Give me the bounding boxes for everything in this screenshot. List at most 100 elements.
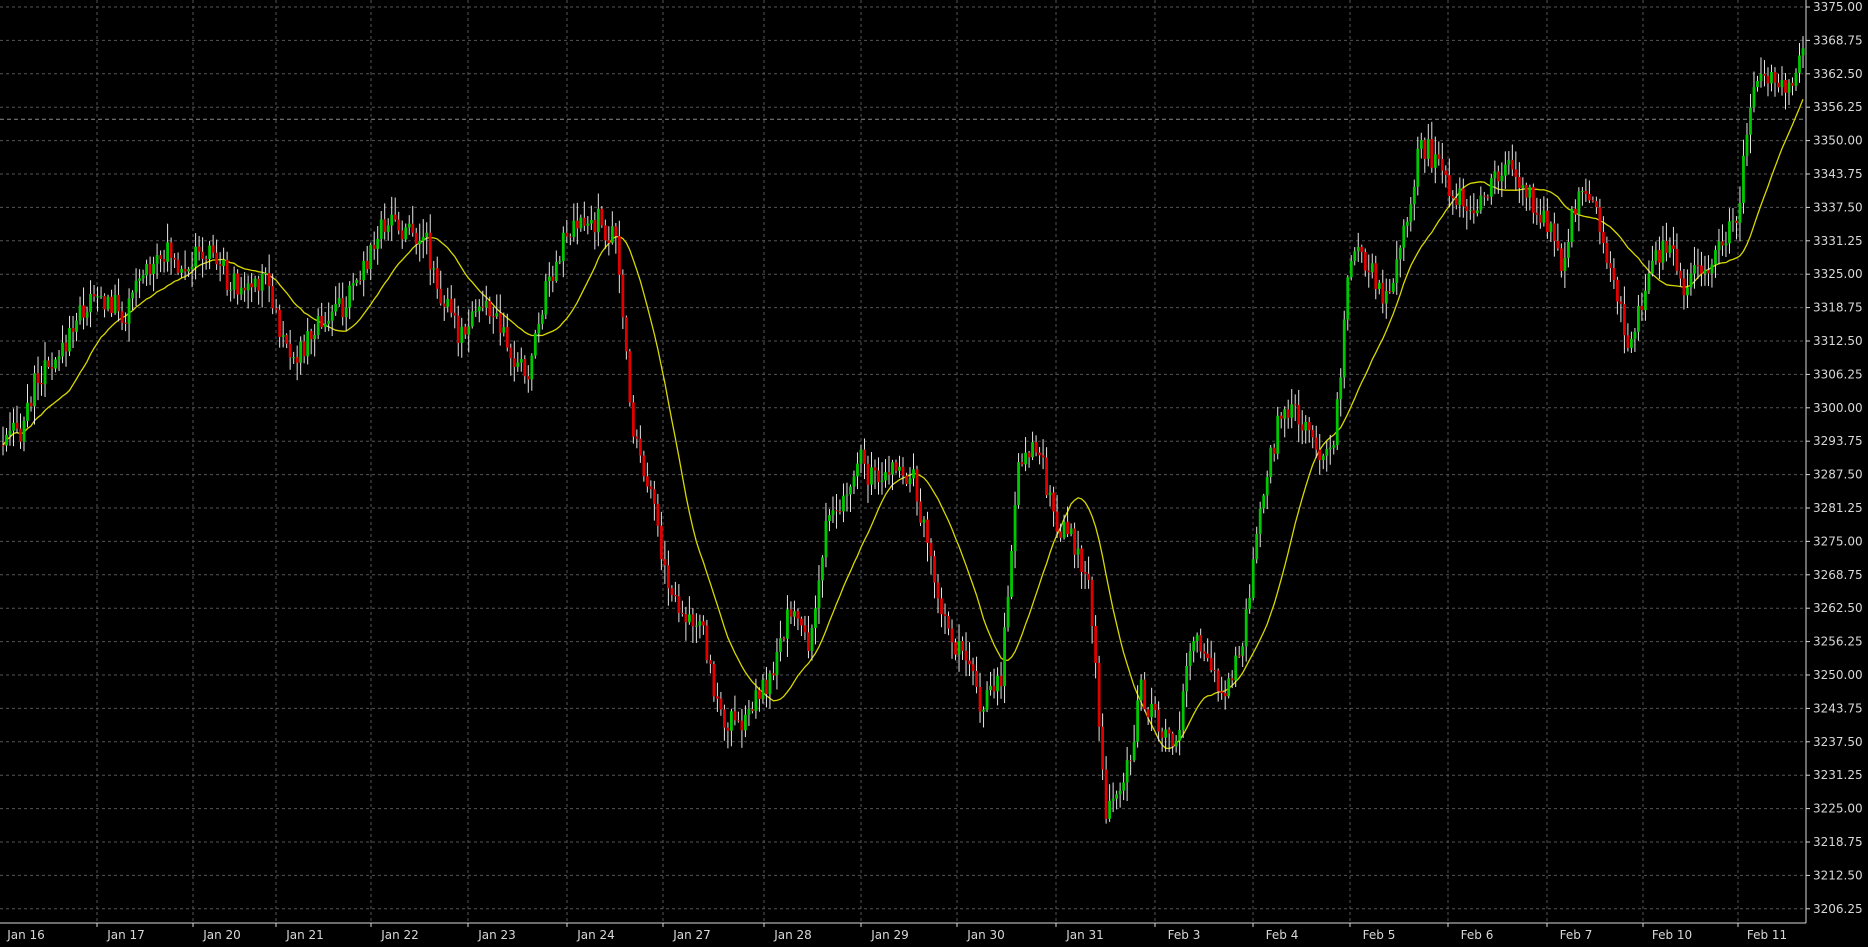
candle-body [257, 278, 261, 291]
candle [715, 682, 719, 712]
candle-body [852, 476, 856, 487]
candle [842, 483, 845, 523]
candle-body [383, 219, 387, 232]
candle [593, 212, 597, 250]
candle [565, 219, 569, 243]
candle-body [1486, 196, 1490, 198]
candle [113, 284, 117, 315]
candle-body [975, 670, 978, 687]
candle-body [1206, 653, 1210, 659]
candle-body [1640, 305, 1644, 311]
candle-body [85, 312, 89, 318]
candle [453, 298, 457, 329]
candle-body [425, 232, 429, 237]
candle-body [793, 611, 796, 617]
candle-body [1209, 658, 1213, 671]
candle [992, 668, 996, 699]
y-tick-label: 3337.50 [1813, 200, 1863, 214]
candle-body [1248, 597, 1252, 610]
candle [1584, 178, 1588, 202]
candle-body [1087, 573, 1091, 580]
candle [222, 247, 226, 275]
candle [390, 196, 394, 241]
candle-body [190, 266, 194, 270]
candle [5, 427, 8, 452]
candle-body [919, 501, 922, 523]
candle-body [1069, 528, 1073, 535]
candle-body [1482, 195, 1486, 197]
candle-body [134, 280, 138, 293]
candle [309, 328, 313, 355]
candle [264, 267, 268, 285]
candle-body [1052, 492, 1055, 512]
candle [1623, 286, 1626, 354]
candle [1738, 186, 1742, 242]
candle [110, 289, 113, 317]
candle [547, 262, 551, 297]
candle [596, 193, 600, 247]
candle [1665, 222, 1668, 262]
candle-body [218, 264, 222, 266]
candle [712, 661, 716, 702]
candle-body [1763, 73, 1766, 76]
candle [208, 240, 212, 270]
candle-body [1601, 231, 1605, 243]
candle-body [705, 625, 709, 661]
candle [828, 509, 831, 532]
candle [1339, 368, 1343, 417]
candle-body [1700, 265, 1703, 274]
candle-body [1038, 452, 1041, 456]
candle [975, 656, 978, 694]
candle-body [120, 311, 124, 323]
candle [1304, 415, 1308, 444]
candle-body [880, 480, 884, 483]
candle-body [1129, 760, 1133, 762]
candle-body [327, 320, 331, 324]
candle [418, 223, 422, 262]
candle [1598, 198, 1602, 245]
candle-body [369, 244, 373, 270]
y-tick-label: 3250.00 [1813, 668, 1863, 682]
candle-body [1759, 73, 1763, 82]
candle-body [393, 214, 397, 220]
candle-body [835, 510, 838, 512]
candle [330, 304, 334, 337]
candle [498, 294, 502, 346]
candle-body [999, 675, 1003, 687]
candle-body [1318, 449, 1322, 461]
candle [1178, 711, 1182, 756]
candle-body [1416, 148, 1420, 187]
candle-body [1503, 164, 1507, 176]
candle-body [439, 288, 443, 304]
candle-body [516, 362, 520, 367]
y-tick-label: 3206.25 [1813, 902, 1863, 916]
candle [414, 227, 418, 255]
candle [1735, 216, 1738, 240]
candle [835, 493, 838, 529]
candle-body [1195, 635, 1199, 642]
candle-body [698, 621, 702, 626]
candle-body [1721, 241, 1724, 246]
candle-body [1118, 790, 1122, 795]
candle-body [1017, 462, 1020, 506]
candle-body [1202, 651, 1206, 654]
candle-body [1094, 626, 1098, 663]
candle [1563, 242, 1567, 289]
candle [723, 704, 726, 741]
candle-body [961, 640, 964, 651]
candle [1759, 57, 1763, 88]
candle [1717, 228, 1721, 265]
candle [708, 654, 712, 674]
candle-body [680, 612, 684, 615]
candle-body [1577, 191, 1581, 215]
candle [687, 596, 691, 625]
candle-body [1791, 82, 1794, 86]
candle [379, 210, 383, 249]
candle-body [1279, 415, 1283, 419]
candle [1094, 615, 1098, 679]
candle-body [1332, 445, 1336, 448]
candle-body [519, 359, 523, 363]
candle-body [610, 226, 614, 243]
candle-body [1076, 548, 1080, 555]
candle [1573, 199, 1577, 222]
